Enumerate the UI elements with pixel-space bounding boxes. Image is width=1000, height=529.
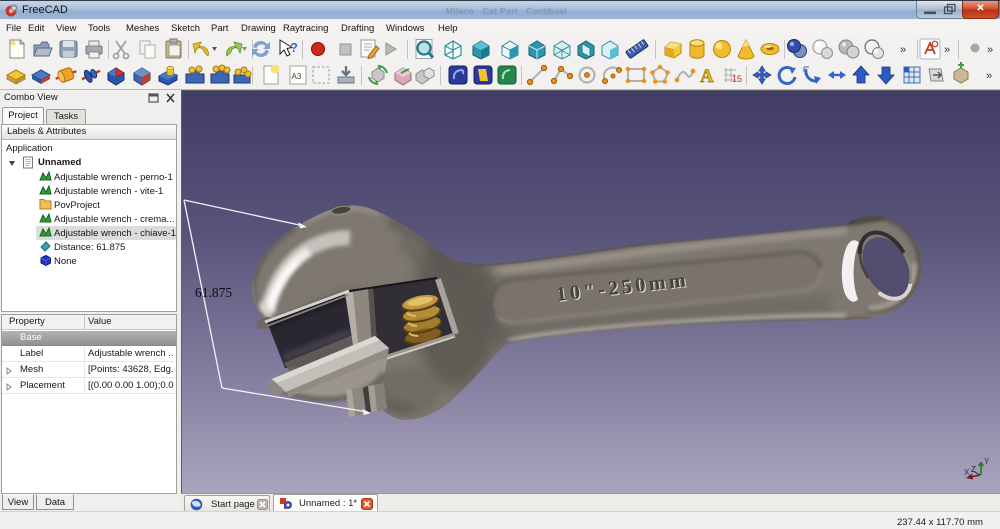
svg-text:A3: A3 [292, 72, 302, 81]
svg-text:»: » [944, 44, 950, 56]
svg-text:A: A [700, 66, 714, 87]
svg-text:Y: Y [984, 457, 990, 466]
svg-text:Z: Z [971, 465, 976, 474]
svg-text:»: » [987, 44, 993, 56]
svg-text:?: ? [290, 40, 298, 55]
svg-text:»: » [986, 70, 992, 82]
svg-text:15: 15 [732, 74, 742, 84]
svg-text:X: X [964, 468, 970, 477]
svg-text:»: » [900, 44, 906, 56]
svg-text:61.875: 61.875 [195, 285, 232, 300]
